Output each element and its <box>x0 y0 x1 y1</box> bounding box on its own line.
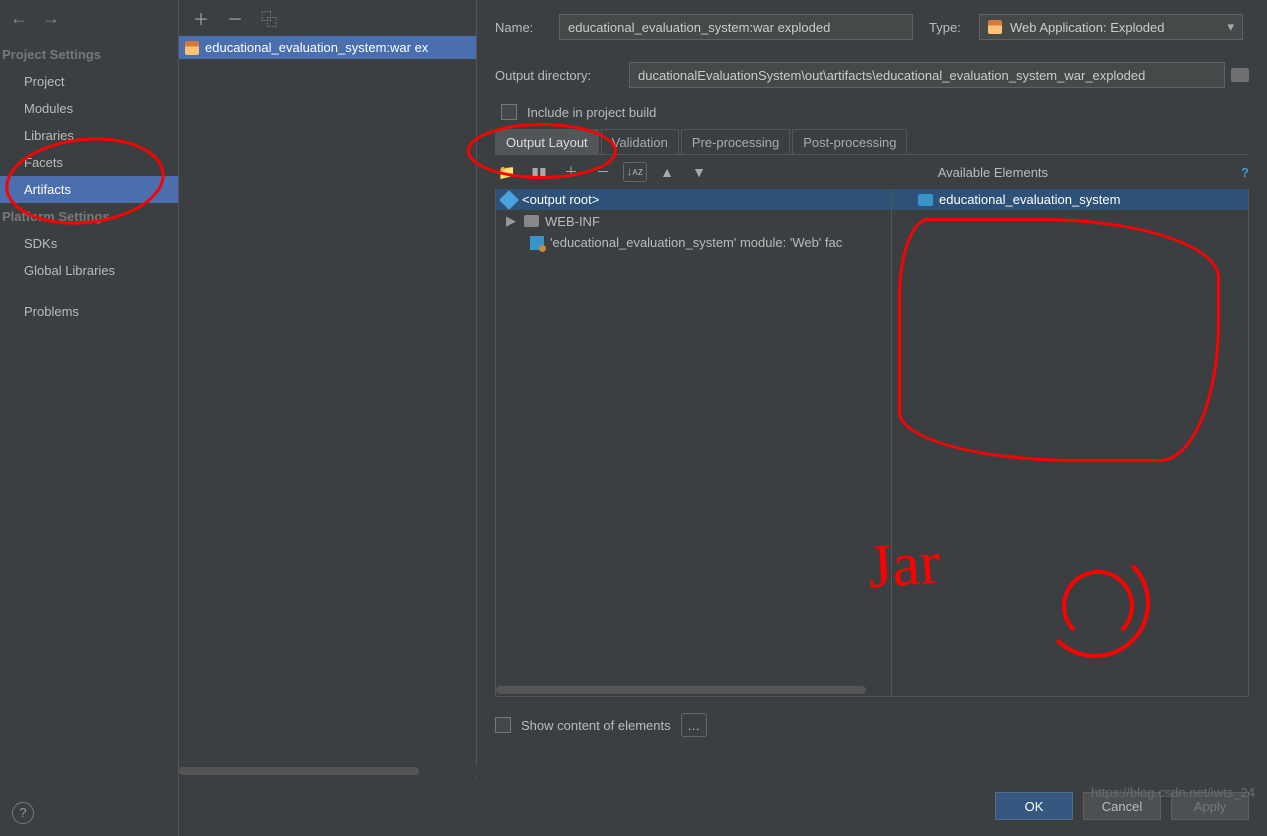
dialog-buttons: OK Cancel Apply <box>995 792 1249 820</box>
artifact-type-icon <box>988 20 1002 34</box>
nav-forward-icon[interactable]: → <box>42 8 60 29</box>
expand-icon[interactable]: ▶ <box>506 213 518 229</box>
output-tree: <output root> ▶ WEB-INF 'educational_eva… <box>496 189 892 696</box>
artifact-detail-panel: Name: Type: Web Application: Exploded ▾ … <box>477 0 1267 836</box>
new-folder-icon[interactable]: 📁 <box>495 161 519 183</box>
output-dir-label: Output directory: <box>495 68 619 83</box>
artifact-list-item[interactable]: educational_evaluation_system:war ex <box>179 36 476 59</box>
help-button[interactable]: ? <box>12 802 34 824</box>
web-facet-label: 'educational_evaluation_system' module: … <box>550 235 842 250</box>
help-icon[interactable]: ? <box>1241 165 1249 180</box>
tab-pre-processing[interactable]: Pre-processing <box>681 129 790 155</box>
add-copy-icon[interactable]: ＋ <box>559 161 583 183</box>
new-archive-icon[interactable]: ▮▮ <box>527 161 551 183</box>
available-elements-tree: educational_evaluation_system <box>892 189 1248 696</box>
include-build-label: Include in project build <box>527 105 656 120</box>
move-up-icon[interactable]: ▲ <box>655 161 679 183</box>
copy-artifact-icon[interactable]: ⿻ <box>261 6 277 30</box>
output-root-row[interactable]: <output root> <box>496 189 891 210</box>
available-root-label: educational_evaluation_system <box>939 192 1120 207</box>
type-label: Type: <box>929 20 969 35</box>
tab-post-processing[interactable]: Post-processing <box>792 129 907 155</box>
artifact-name: educational_evaluation_system:war ex <box>205 40 428 55</box>
browse-dir-icon[interactable] <box>1231 68 1249 82</box>
artifact-tabs: Output Layout Validation Pre-processing … <box>495 128 1249 155</box>
web-facet-icon <box>530 236 544 250</box>
output-dir-input[interactable] <box>629 62 1225 88</box>
artifact-list-panel: ＋ － ⿻ educational_evaluation_system:war … <box>179 0 477 780</box>
nav-modules[interactable]: Modules <box>0 95 178 122</box>
output-root-label: <output root> <box>522 192 599 207</box>
chevron-down-icon: ▾ <box>1227 19 1234 35</box>
available-elements-label: Available Elements <box>938 165 1048 180</box>
remove-entry-icon[interactable]: － <box>591 161 615 183</box>
output-tree-hscrollbar[interactable] <box>496 684 891 696</box>
platform-settings-heading: Platform Settings <box>0 203 178 230</box>
nav-libraries[interactable]: Libraries <box>0 122 178 149</box>
nav-sdks[interactable]: SDKs <box>0 230 178 257</box>
module-folder-icon <box>918 194 933 206</box>
artifact-hscrollbar[interactable] <box>179 765 477 777</box>
show-content-browse-button[interactable]: … <box>681 713 707 737</box>
artifact-icon <box>185 41 199 55</box>
name-input[interactable] <box>559 14 913 40</box>
nav-back-icon[interactable]: ← <box>10 8 28 29</box>
webinf-row[interactable]: ▶ WEB-INF <box>496 210 891 232</box>
nav-problems[interactable]: Problems <box>0 298 178 325</box>
show-content-label: Show content of elements <box>521 718 671 733</box>
type-select[interactable]: Web Application: Exploded ▾ <box>979 14 1243 40</box>
ok-button[interactable]: OK <box>995 792 1073 820</box>
apply-button[interactable]: Apply <box>1171 792 1249 820</box>
tab-output-layout[interactable]: Output Layout <box>495 129 599 155</box>
include-build-checkbox[interactable] <box>501 104 517 120</box>
sort-button[interactable]: ↓ᴀz <box>623 162 647 182</box>
project-settings-heading: Project Settings <box>0 41 178 68</box>
output-root-icon <box>499 190 519 210</box>
layout-tree-panes: <output root> ▶ WEB-INF 'educational_eva… <box>495 189 1249 697</box>
show-content-checkbox[interactable] <box>495 717 511 733</box>
tab-validation[interactable]: Validation <box>601 129 679 155</box>
remove-artifact-icon[interactable]: － <box>227 6 243 30</box>
nav-global-libraries[interactable]: Global Libraries <box>0 257 178 284</box>
nav-project[interactable]: Project <box>0 68 178 95</box>
move-down-icon[interactable]: ▼ <box>687 161 711 183</box>
cancel-button[interactable]: Cancel <box>1083 792 1161 820</box>
name-label: Name: <box>495 20 549 35</box>
artifact-toolbar: ＋ － ⿻ <box>179 0 476 36</box>
type-value: Web Application: Exploded <box>1010 20 1164 35</box>
settings-sidebar: ← → Project Settings Project Modules Lib… <box>0 0 179 836</box>
webinf-label: WEB-INF <box>545 214 600 229</box>
folder-icon <box>524 215 539 227</box>
add-artifact-icon[interactable]: ＋ <box>193 6 209 30</box>
web-facet-row[interactable]: 'educational_evaluation_system' module: … <box>496 232 891 253</box>
available-root-row[interactable]: educational_evaluation_system <box>892 189 1248 210</box>
nav-facets[interactable]: Facets <box>0 149 178 176</box>
nav-artifacts[interactable]: Artifacts <box>0 176 178 203</box>
layout-toolbar: 📁 ▮▮ ＋ － ↓ᴀz ▲ ▼ Available Elements ? <box>477 155 1267 189</box>
